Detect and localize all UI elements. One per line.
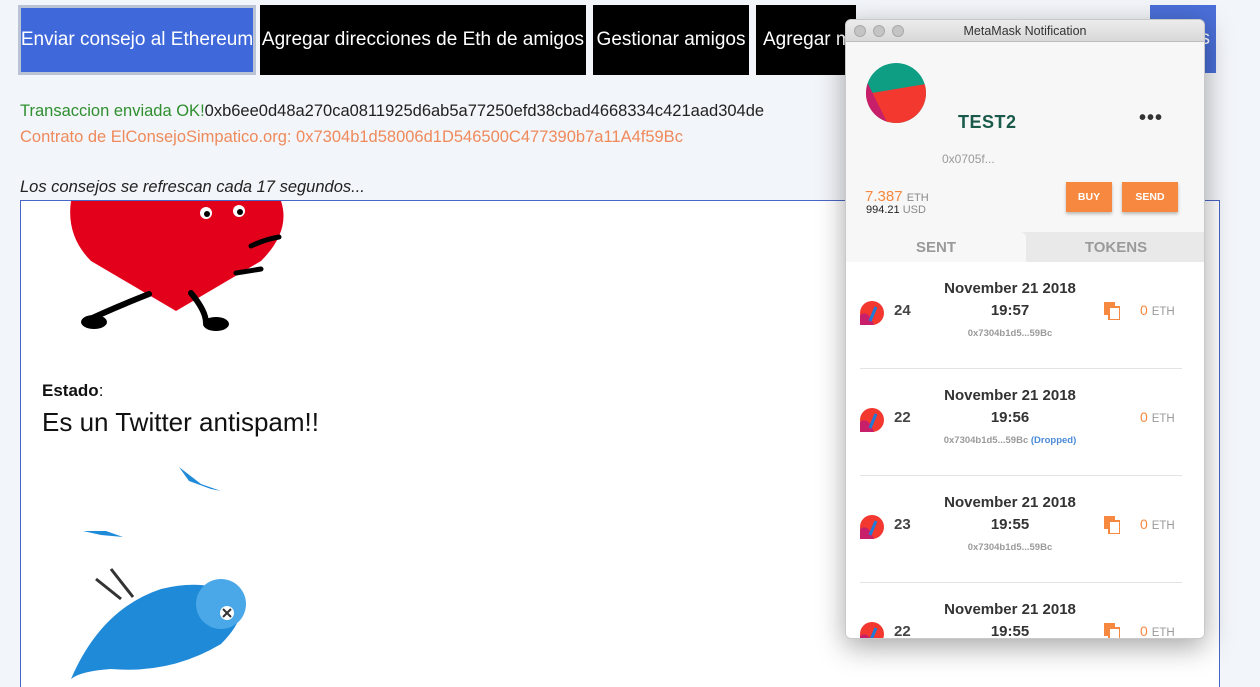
transaction-row[interactable]: 22 November 21 2018 19:56 0x7304b1d5...5… — [860, 369, 1182, 476]
metamask-body: TEST2 ••• 0x0705f... 7.387 ETH 994.21 US… — [846, 42, 1204, 639]
transaction-amount-unit: ETH — [1151, 627, 1175, 639]
metamask-titlebar: MetaMask Notification — [846, 20, 1204, 42]
transaction-recipient: 0x7304b1d5...59Bc — [860, 542, 1160, 553]
tx-hash: 0xb6ee0d48a270ca0811925d6ab5a77250efd38c… — [204, 102, 765, 120]
transaction-amount-value: 0 — [1140, 623, 1148, 639]
copy-icon[interactable] — [1104, 623, 1120, 639]
transaction-amount: 0 ETH — [1140, 409, 1175, 425]
refresh-notice: Los consejos se refrescan cada 17 segund… — [20, 178, 365, 196]
tab-sent[interactable]: SENT — [846, 232, 1026, 262]
transaction-row[interactable]: 23 November 21 2018 19:55 0x7304b1d5...5… — [860, 476, 1182, 583]
nav-button-enviar-consejo[interactable]: Enviar consejo al Ethereum — [18, 5, 256, 75]
nav-button-agregar-direcciones[interactable]: Agregar direcciones de Eth de amigos — [260, 5, 586, 75]
transaction-row[interactable]: 22 November 21 2018 19:55 0 ETH — [860, 583, 1182, 639]
transaction-date: November 21 2018 — [944, 601, 1076, 618]
more-options-icon[interactable]: ••• — [1139, 107, 1163, 130]
transaction-recipient-address: 0x7304b1d5...59Bc — [943, 435, 1029, 446]
transaction-date: November 21 2018 — [944, 280, 1076, 297]
close-window-button[interactable] — [854, 25, 866, 37]
heart-character-image — [70, 201, 284, 331]
transaction-amount-unit: ETH — [1151, 306, 1175, 318]
transaction-amount-value: 0 — [1140, 516, 1148, 532]
tx-status: Transaccion enviada OK!0xb6ee0d48a270ca0… — [20, 102, 764, 121]
contract-address: Contrato de ElConsejoSimpatico.org: 0x73… — [20, 128, 683, 146]
transaction-amount: 0 ETH — [1140, 302, 1175, 318]
estado-label: Estado: — [42, 381, 103, 401]
transaction-amount-unit: ETH — [1151, 413, 1175, 425]
balance-eth: 7.387 ETH — [865, 188, 929, 205]
estado-label-colon: : — [98, 381, 104, 400]
balance-usd-value: 994.21 — [866, 204, 900, 216]
zoom-window-button[interactable] — [892, 25, 904, 37]
nav-button-gestionar-amigos[interactable]: Gestionar amigos — [593, 5, 749, 75]
transaction-amount: 0 ETH — [1140, 516, 1175, 532]
balance-usd: 994.21 USD — [866, 204, 926, 216]
account-address[interactable]: 0x0705f... — [942, 152, 995, 166]
transaction-recipient: 0x7304b1d5...59Bc — [860, 328, 1160, 339]
buy-button[interactable]: BUY — [1066, 182, 1112, 212]
metamask-tabs: TOKENS SENT — [846, 232, 1204, 262]
send-button[interactable]: SEND — [1122, 182, 1178, 212]
transaction-status: (Dropped) — [1030, 435, 1077, 446]
transaction-recipient-address: 0x7304b1d5...59Bc — [967, 328, 1053, 339]
balance-eth-value: 7.387 — [865, 188, 903, 205]
transaction-recipient: 0x7304b1d5...59Bc (Dropped) — [860, 435, 1160, 446]
metamask-window-title: MetaMask Notification — [963, 24, 1087, 38]
nav-button-agregar-m-label: Agregar m — [763, 29, 852, 50]
minimize-window-button[interactable] — [873, 25, 885, 37]
account-name[interactable]: TEST2 — [958, 112, 1017, 133]
nav-button-agregar-m[interactable]: Agregar m — [756, 5, 856, 75]
transaction-amount-value: 0 — [1140, 302, 1148, 318]
metamask-window: MetaMask Notification TEST2 ••• 0x0705f.… — [845, 19, 1205, 639]
estado-label-text: Estado — [42, 381, 99, 400]
transaction-amount-value: 0 — [1140, 409, 1148, 425]
balance-eth-unit: ETH — [906, 192, 929, 204]
dead-twitter-bird-image — [71, 467, 246, 679]
transaction-amount: 0 ETH — [1140, 623, 1175, 639]
transaction-list: 24 November 21 2018 19:57 0x7304b1d5...5… — [846, 262, 1204, 639]
tx-status-label: Transaccion enviada OK! — [20, 102, 205, 120]
transaction-amount-unit: ETH — [1151, 520, 1175, 532]
copy-icon[interactable] — [1104, 516, 1120, 534]
transaction-row[interactable]: 24 November 21 2018 19:57 0x7304b1d5...5… — [860, 262, 1182, 369]
transaction-date: November 21 2018 — [944, 494, 1076, 511]
balance-usd-unit: USD — [902, 204, 926, 216]
tab-tokens[interactable]: TOKENS — [1026, 232, 1204, 262]
transaction-recipient-address: 0x7304b1d5...59Bc — [967, 542, 1053, 553]
account-identicon[interactable] — [866, 62, 926, 124]
transaction-time: 19:56 — [990, 409, 1030, 426]
copy-icon[interactable] — [1104, 302, 1120, 320]
estado-text: Es un Twitter antispam!! — [42, 407, 319, 437]
transaction-date: November 21 2018 — [944, 387, 1076, 404]
